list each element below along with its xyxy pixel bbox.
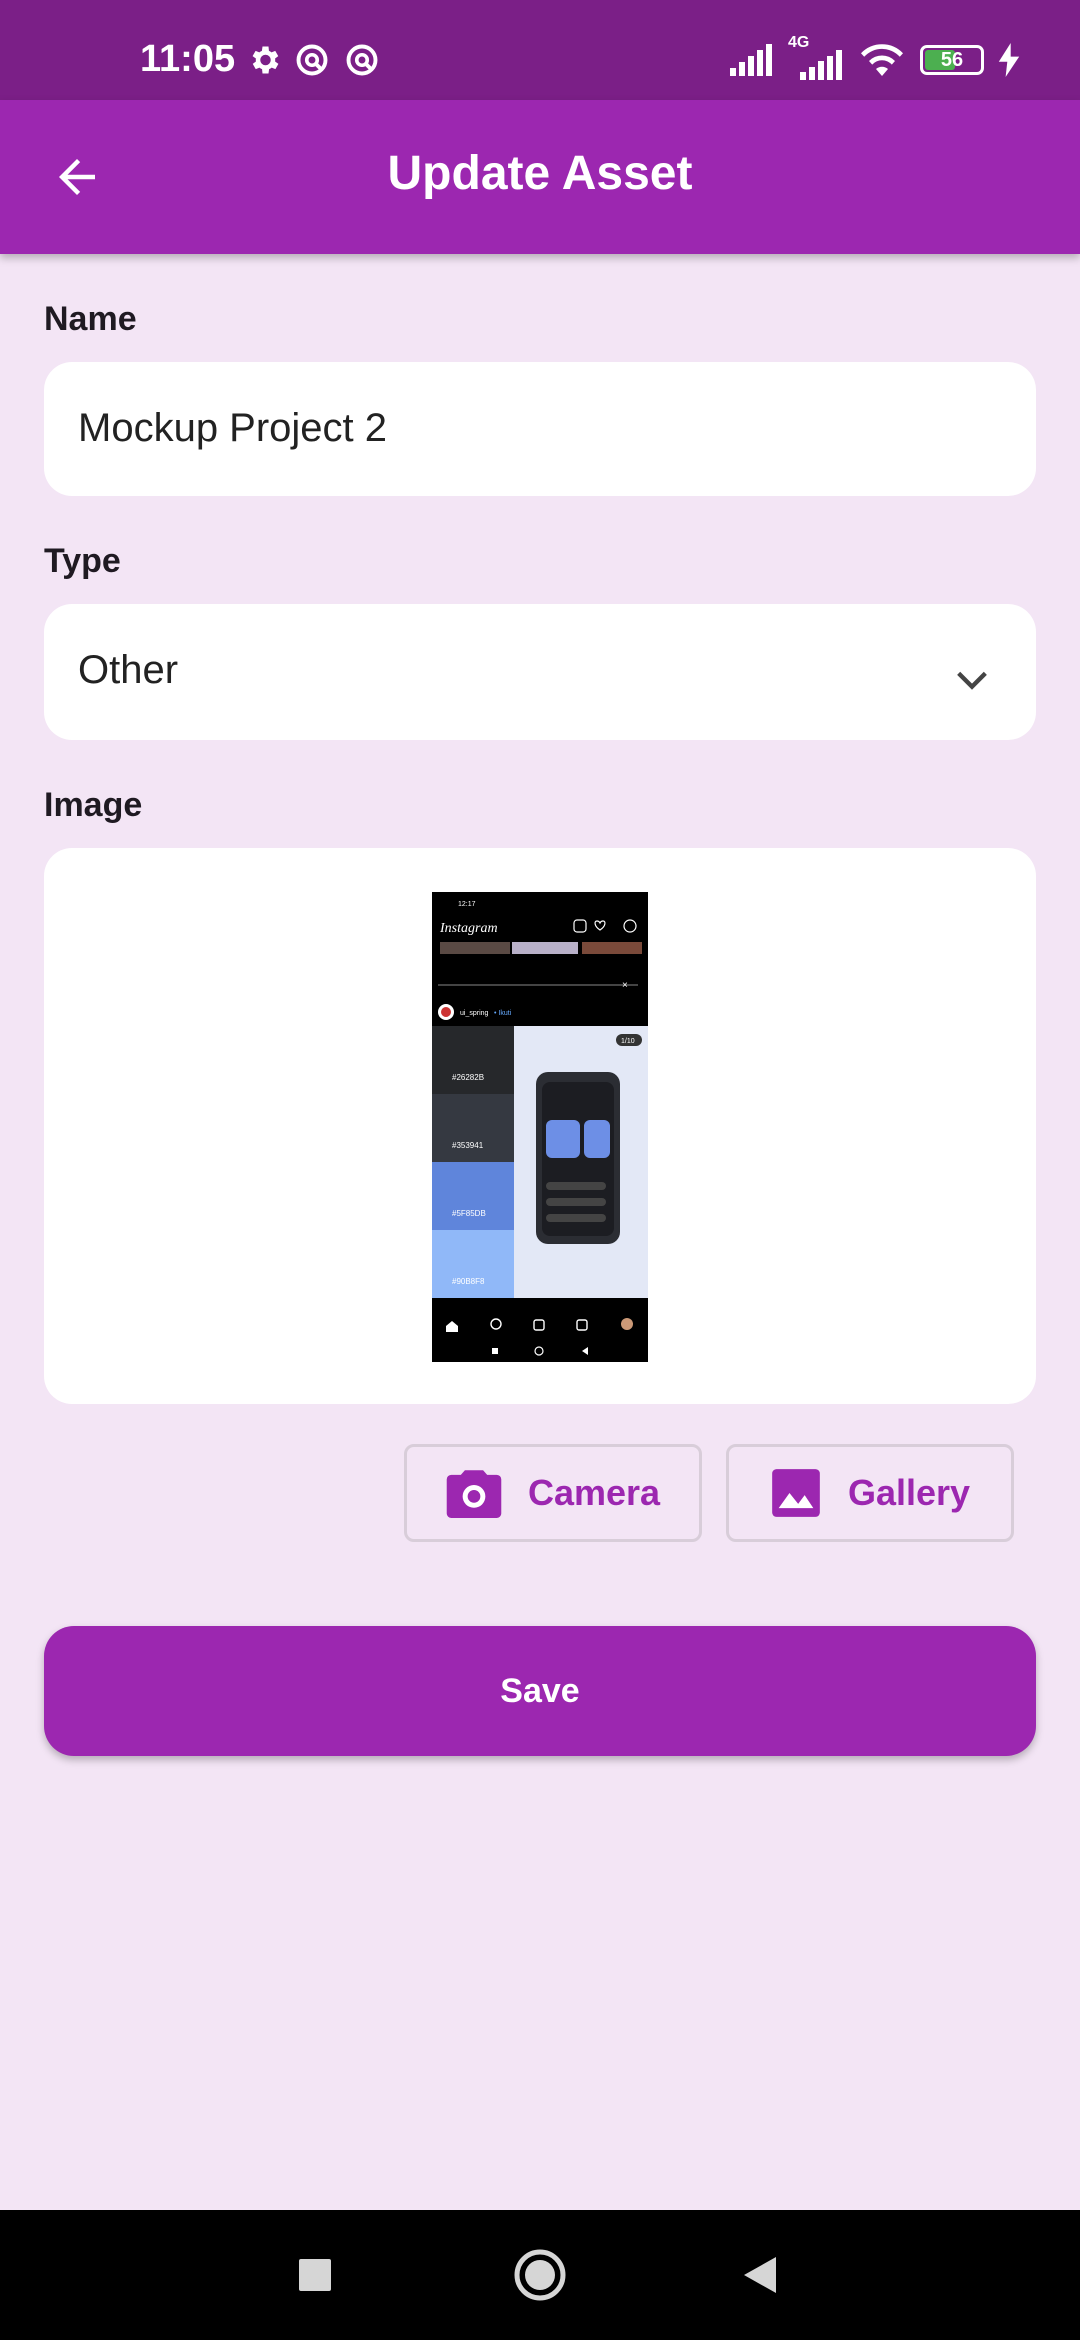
- swatch-3-label: #5F85DB: [452, 1209, 486, 1218]
- image-icon: [772, 1469, 820, 1517]
- type-dropdown[interactable]: Other: [44, 604, 1036, 740]
- name-input-value: Mockup Project 2: [78, 406, 388, 450]
- circle-icon: [514, 2249, 566, 2301]
- battery-level: 56: [940, 48, 964, 71]
- status-bar: 11:05 4G 56: [0, 0, 1080, 100]
- signal-4g: 4G: [788, 34, 844, 80]
- triangle-back-icon: [744, 2257, 776, 2293]
- gallery-button[interactable]: Gallery: [726, 1444, 1014, 1542]
- thumb-time: 12:17: [458, 901, 476, 908]
- data-saver-icon: [296, 44, 328, 76]
- data-saver-icon: [346, 44, 378, 76]
- type-selected-value: Other: [78, 648, 179, 692]
- chevron-down-icon: [957, 671, 987, 690]
- app-bar: Update Asset: [0, 100, 1080, 254]
- signal-icon: [730, 44, 772, 76]
- name-field[interactable]: Mockup Project 2: [44, 362, 1036, 496]
- home-button[interactable]: [505, 2240, 575, 2310]
- name-label: Name: [44, 300, 137, 338]
- thumbnail-screenshot: 12:17 Instagram × ui_spring • Ikuti #262…: [432, 892, 648, 1362]
- thumb-follow: • Ikuti: [494, 1010, 512, 1017]
- camera-icon: [446, 1470, 502, 1518]
- gear-icon: [252, 46, 279, 74]
- swatch-4-label: #90B8F8: [452, 1277, 485, 1286]
- charging-icon: [998, 43, 1020, 77]
- swatch-1-label: #26282B: [452, 1073, 484, 1082]
- back-nav-button[interactable]: [725, 2240, 795, 2310]
- signal-icon: [800, 50, 842, 80]
- status-indicators: 4G 56: [728, 34, 1020, 80]
- image-label: Image: [44, 786, 143, 824]
- battery-icon: 56: [920, 45, 984, 75]
- recents-button[interactable]: [280, 2240, 350, 2310]
- system-navigation-bar: [0, 2210, 1080, 2340]
- save-button[interactable]: Save: [44, 1626, 1036, 1756]
- swatch-2-label: #353941: [452, 1141, 484, 1150]
- thumb-app-name: Instagram: [439, 921, 498, 936]
- camera-button-label: Camera: [527, 1472, 661, 1513]
- image-thumbnail[interactable]: 12:17 Instagram × ui_spring • Ikuti #262…: [432, 892, 648, 1362]
- status-time: 11:05: [140, 38, 236, 80]
- page-title: Update Asset: [387, 147, 693, 200]
- thumb-username: ui_spring: [460, 1010, 489, 1017]
- svg-text:×: ×: [622, 980, 628, 991]
- image-preview-container: 12:17 Instagram × ui_spring • Ikuti #262…: [44, 848, 1036, 1404]
- thumb-page-badge: 1/10: [621, 1038, 635, 1045]
- gallery-button-label: Gallery: [847, 1472, 971, 1513]
- camera-button[interactable]: Camera: [404, 1444, 702, 1542]
- type-label: Type: [44, 542, 121, 580]
- wifi-icon: [861, 44, 903, 76]
- square-icon: [299, 2259, 331, 2291]
